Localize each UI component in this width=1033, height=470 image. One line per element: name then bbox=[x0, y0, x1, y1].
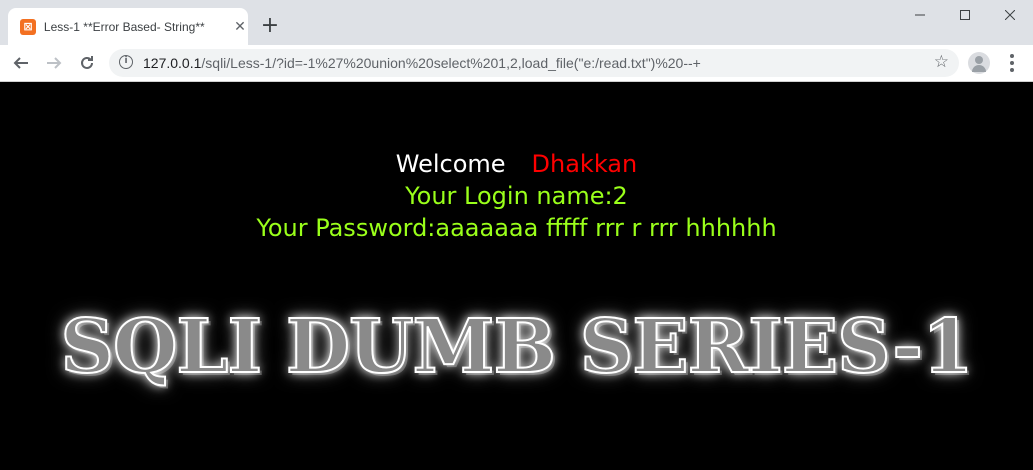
welcome-line: Welcome Dhakkan bbox=[0, 150, 1033, 178]
maximize-button[interactable] bbox=[942, 0, 987, 30]
url-host: 127.0.0.1 bbox=[143, 55, 202, 71]
login-name-line: Your Login name:2 bbox=[405, 182, 628, 210]
close-icon bbox=[1004, 10, 1015, 20]
minimize-button[interactable] bbox=[897, 0, 942, 30]
reload-button[interactable] bbox=[73, 49, 101, 77]
browser-toolbar: i 127.0.0.1/sqli/Less-1/?id=-1%27%20unio… bbox=[0, 45, 1033, 82]
dot-icon bbox=[1010, 60, 1014, 65]
avatar[interactable] bbox=[968, 52, 990, 74]
minimize-icon bbox=[914, 14, 925, 16]
password-line: Your Password:aaaaaaa fffff rrr r rrr hh… bbox=[256, 214, 777, 242]
tab-title: Less-1 **Error Based- String** bbox=[43, 19, 205, 34]
info-icon[interactable]: i bbox=[119, 55, 133, 69]
arrow-right-icon bbox=[47, 57, 62, 69]
forward-button[interactable] bbox=[40, 49, 68, 77]
menu-button[interactable] bbox=[1002, 53, 1022, 73]
series-banner: SQLI DUMB SERIES-1 bbox=[60, 303, 975, 391]
address-bar[interactable]: i 127.0.0.1/sqli/Less-1/?id=-1%27%20unio… bbox=[109, 49, 959, 77]
tab-less-1[interactable]: ⊠ Less-1 **Error Based- String** ✕ bbox=[8, 8, 248, 45]
xampp-icon: ⊠ bbox=[20, 18, 36, 35]
window-close-button[interactable] bbox=[987, 0, 1032, 30]
back-button[interactable] bbox=[7, 49, 35, 77]
url-text[interactable]: 127.0.0.1/sqli/Less-1/?id=-1%27%20union%… bbox=[143, 55, 701, 71]
new-tab-button[interactable]: + bbox=[258, 13, 282, 38]
maximize-icon bbox=[959, 10, 970, 20]
dot-icon bbox=[1010, 54, 1014, 59]
dot-icon bbox=[1010, 67, 1014, 72]
reload-icon bbox=[81, 56, 93, 69]
tab-strip: ⊠ Less-1 **Error Based- String** ✕ + bbox=[0, 0, 1033, 45]
close-icon[interactable]: ✕ bbox=[232, 19, 248, 35]
browser-window: ⊠ Less-1 **Error Based- String** ✕ + i 1… bbox=[0, 0, 1033, 470]
star-icon[interactable]: ☆ bbox=[934, 52, 949, 72]
url-path: /sqli/Less-1/?id=-1%27%20union%20select%… bbox=[201, 55, 701, 71]
arrow-left-icon bbox=[13, 57, 28, 69]
welcome-name: Dhakkan bbox=[531, 150, 638, 178]
page-content: Welcome Dhakkan Your Login name:2 Your Pa… bbox=[0, 82, 1033, 470]
welcome-text: Welcome bbox=[395, 150, 506, 178]
